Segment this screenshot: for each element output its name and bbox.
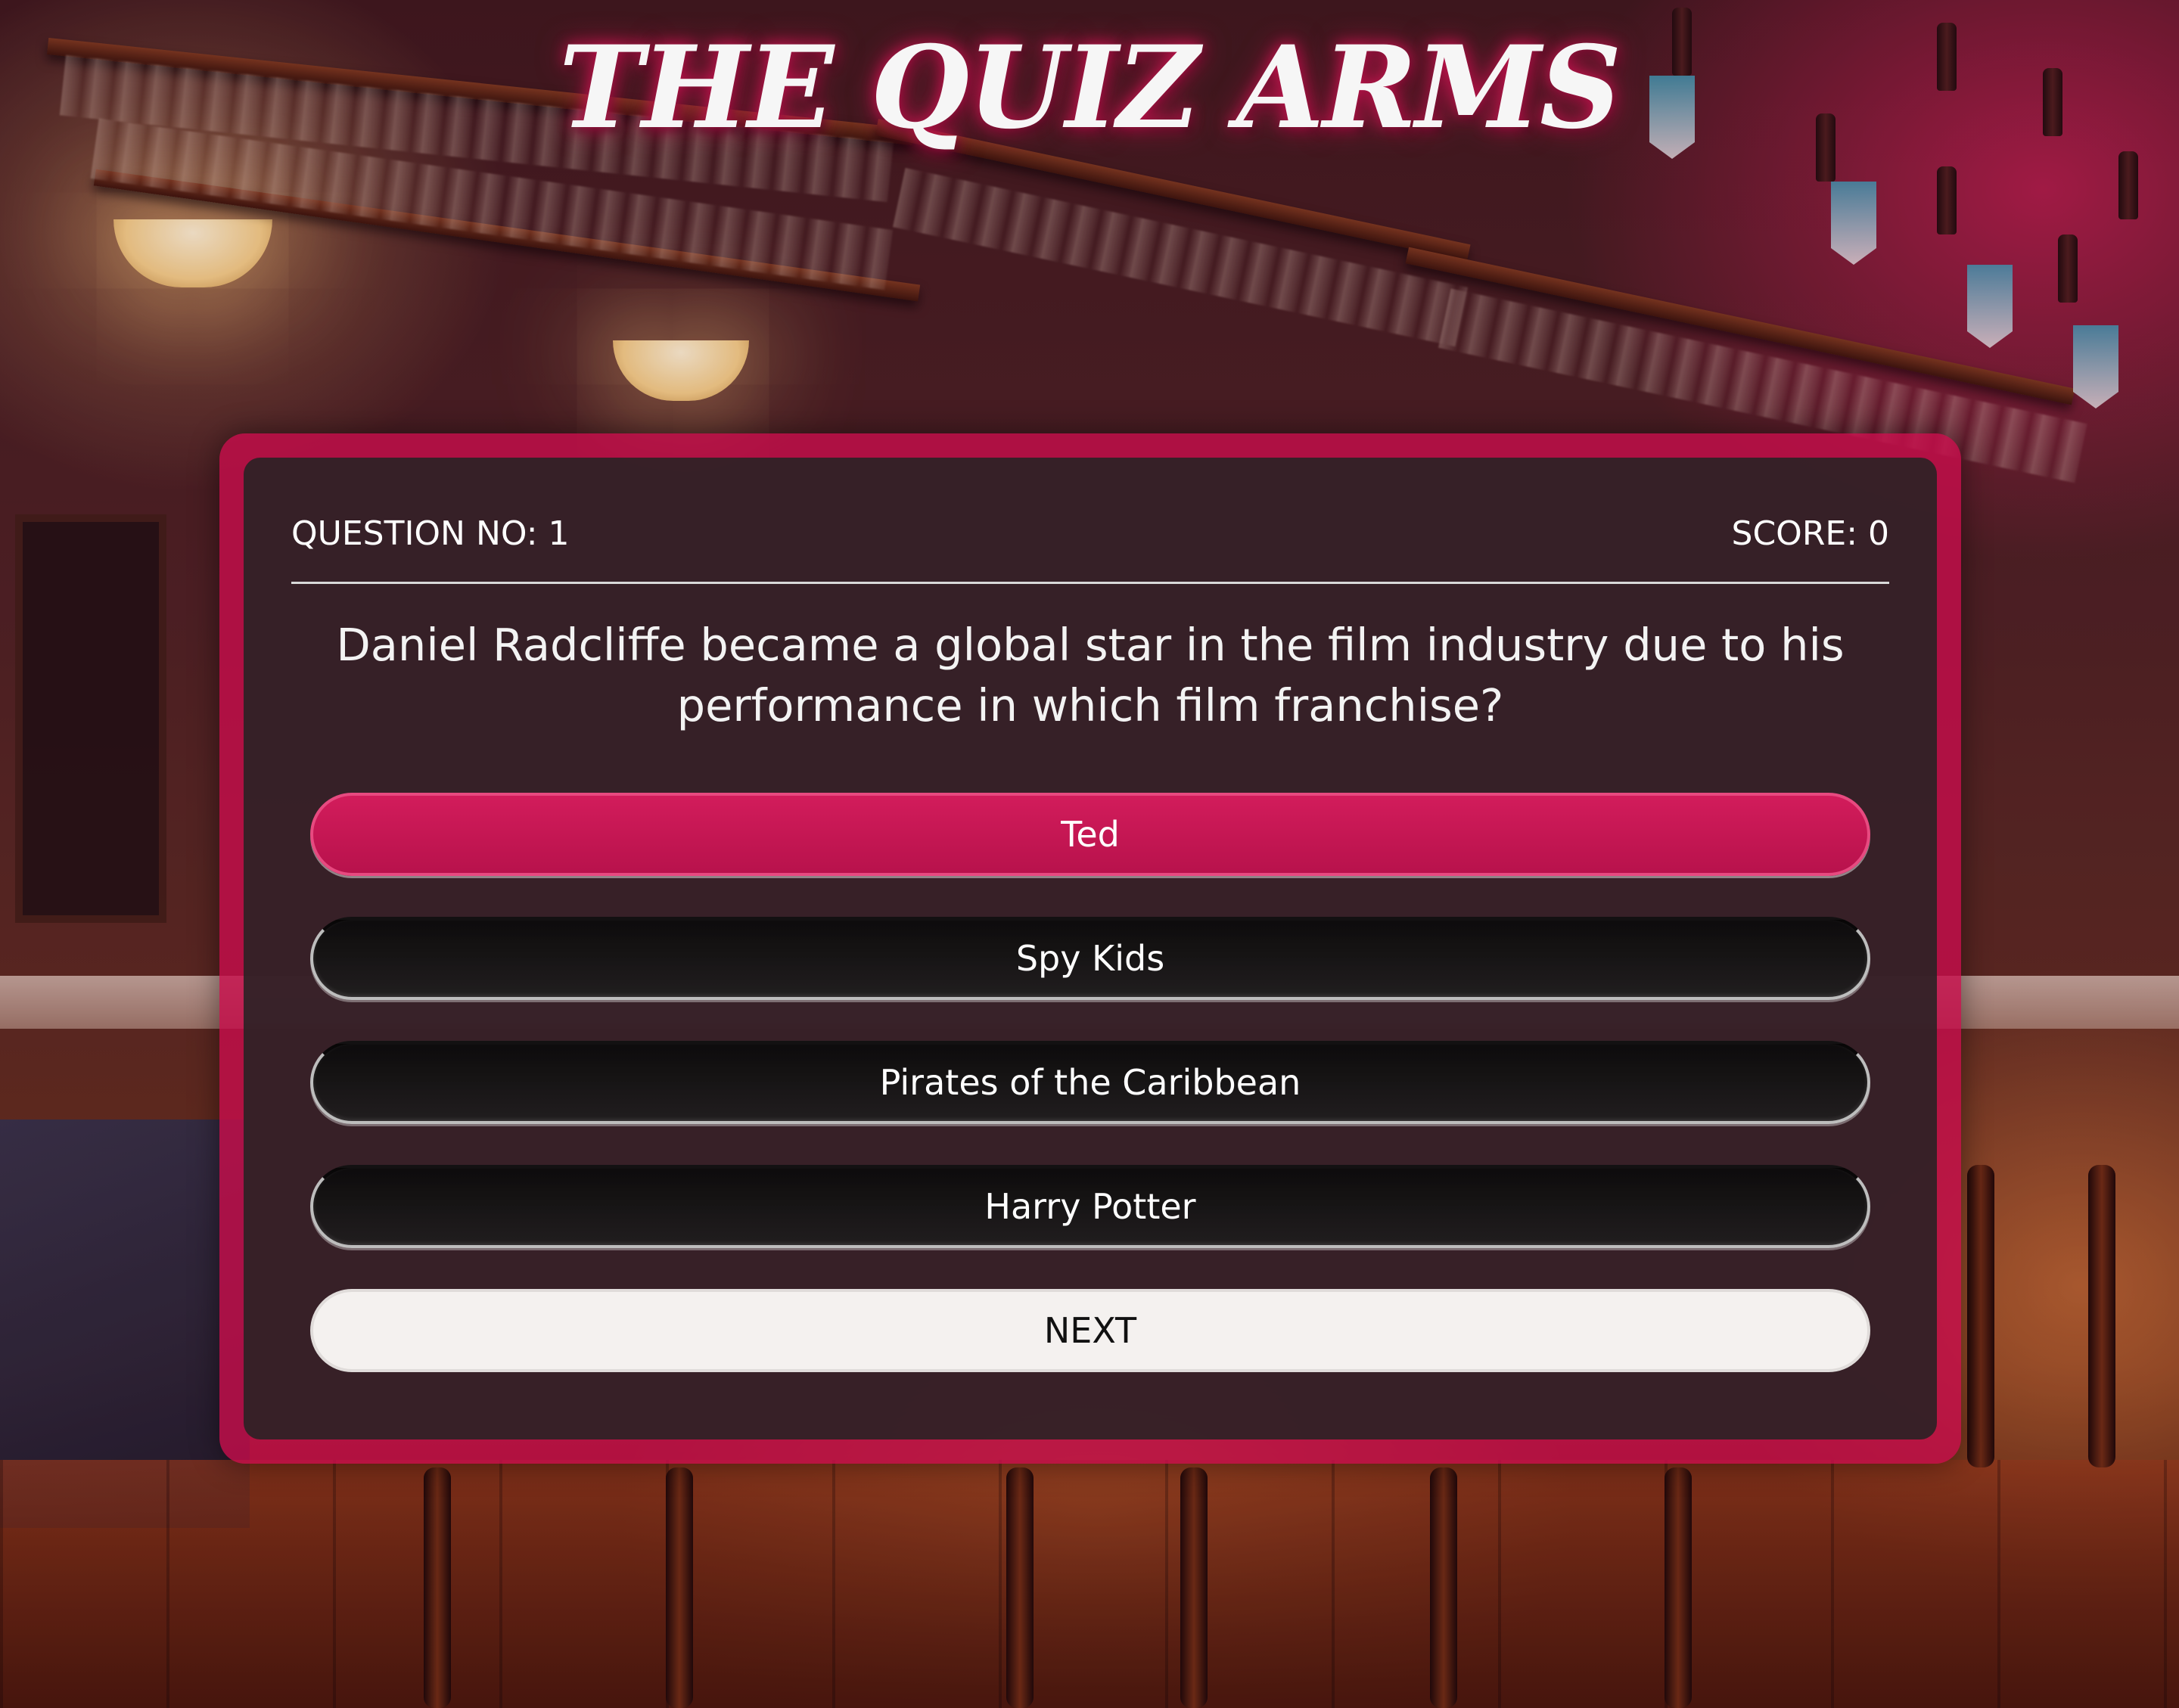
question-text: Daniel Radcliffe became a global star in… [336,619,1845,731]
answer-button-harry-potter[interactable]: Harry Potter [310,1165,1870,1248]
app-title: THE QUIZ ARMS [558,21,1622,154]
next-label: NEXT [1043,1310,1137,1351]
answer-button-spy-kids[interactable]: Spy Kids [310,917,1870,1000]
answer-button-pirates-of-the-caribbean[interactable]: Pirates of the Caribbean [310,1041,1870,1124]
answer-label: Spy Kids [1015,938,1165,979]
answer-label: Ted [1061,814,1120,855]
quiz-header: QUESTION NO: 1 SCORE: 0 [291,503,1889,584]
quiz-card: QUESTION NO: 1 SCORE: 0 Daniel Radcliffe… [244,458,1937,1439]
answer-label: Harry Potter [984,1186,1196,1227]
answer-list: Ted Spy Kids Pirates of the Caribbean Ha… [310,793,1870,1372]
answer-button-ted[interactable]: Ted [310,793,1870,876]
answer-label: Pirates of the Caribbean [879,1062,1301,1103]
question-number: QUESTION NO: 1 [291,514,570,553]
next-button[interactable]: NEXT [310,1289,1870,1372]
quiz-frame: QUESTION NO: 1 SCORE: 0 Daniel Radcliffe… [219,433,1961,1464]
score: SCORE: 0 [1731,514,1889,553]
